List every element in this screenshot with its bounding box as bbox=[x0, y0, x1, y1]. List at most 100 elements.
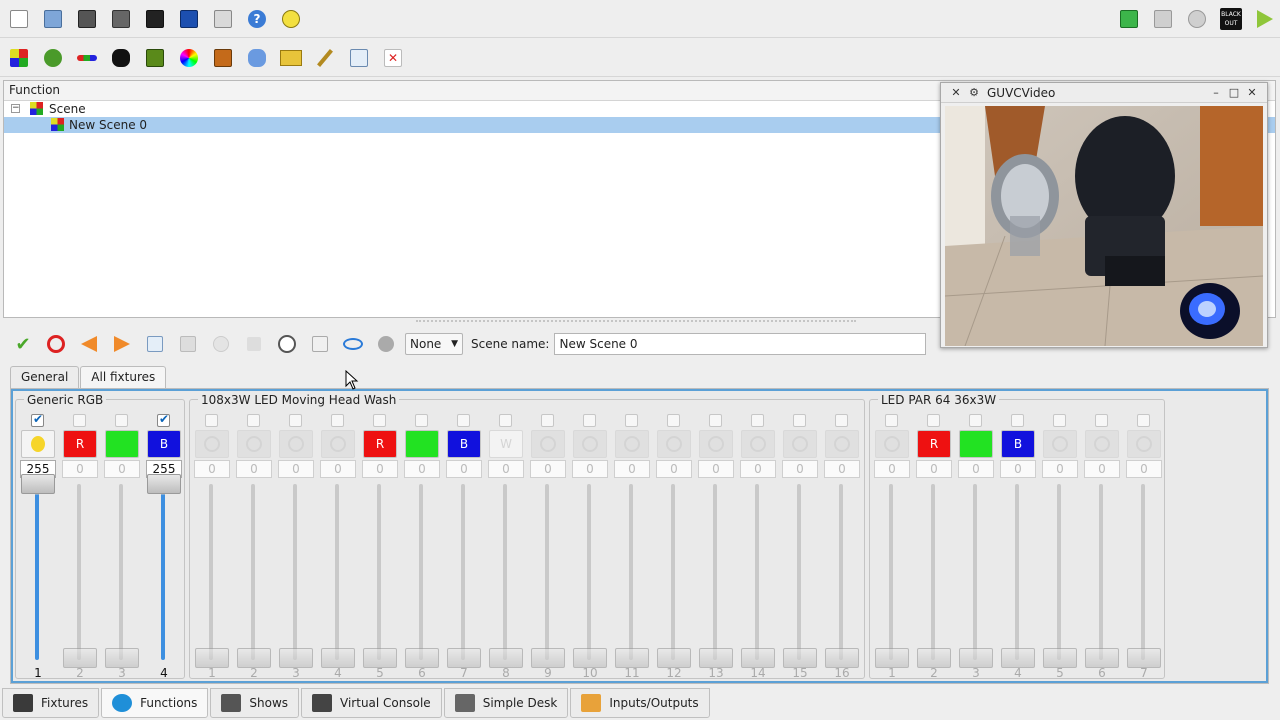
tab-functions[interactable]: Functions bbox=[101, 688, 209, 718]
tab-general[interactable]: General bbox=[10, 366, 80, 388]
blue-channel-icon[interactable]: B bbox=[447, 430, 481, 458]
channel-enable-checkbox[interactable] bbox=[373, 414, 386, 427]
close-icon[interactable]: ✕ bbox=[1245, 86, 1259, 100]
stop-all-icon[interactable] bbox=[1182, 4, 1212, 34]
channel-slider-handle[interactable] bbox=[1085, 648, 1119, 668]
channel-value-field[interactable]: 0 bbox=[530, 460, 566, 478]
collapse-icon[interactable]: − bbox=[11, 104, 20, 113]
tab-fixtures[interactable]: Fixtures bbox=[2, 688, 100, 718]
channel-slider-handle[interactable] bbox=[531, 648, 565, 668]
channel-slider-track[interactable] bbox=[713, 484, 717, 660]
maintenance-icon[interactable] bbox=[699, 430, 733, 458]
channel-slider-handle[interactable] bbox=[783, 648, 817, 668]
gobo-icon[interactable] bbox=[825, 430, 859, 458]
channel-slider-handle[interactable] bbox=[615, 648, 649, 668]
video-window[interactable]: ✕ ⚙ GUVCVideo – □ ✕ bbox=[940, 82, 1268, 348]
channel-value-field[interactable]: 0 bbox=[236, 460, 272, 478]
cancel-icon[interactable] bbox=[41, 329, 71, 359]
bulb-channel-icon[interactable] bbox=[21, 430, 55, 458]
tab-shows[interactable]: Shows bbox=[210, 688, 300, 718]
new-rgb-matrix-icon[interactable] bbox=[174, 43, 204, 73]
channel-slider-track[interactable] bbox=[251, 484, 255, 660]
blue-channel-icon[interactable]: B bbox=[147, 430, 181, 458]
channel-enable-checkbox[interactable] bbox=[415, 414, 428, 427]
blackout-icon[interactable]: BLACK OUT bbox=[1216, 4, 1246, 34]
gobo-icon[interactable] bbox=[1043, 430, 1077, 458]
channel-slider-handle[interactable] bbox=[63, 648, 97, 668]
copy-icon[interactable] bbox=[140, 329, 170, 359]
channel-value-field[interactable]: 0 bbox=[782, 460, 818, 478]
channel-value-field[interactable]: 0 bbox=[824, 460, 860, 478]
new-collection-icon[interactable] bbox=[140, 43, 170, 73]
dmx-dump-icon[interactable] bbox=[1148, 4, 1178, 34]
channel-slider-track[interactable] bbox=[889, 484, 893, 660]
new-efx-icon[interactable] bbox=[106, 43, 136, 73]
speed-dial-icon[interactable] bbox=[272, 329, 302, 359]
help-icon[interactable]: ? bbox=[242, 4, 272, 34]
channel-enable-checkbox[interactable] bbox=[289, 414, 302, 427]
channel-enable-checkbox[interactable] bbox=[969, 414, 982, 427]
channel-enable-checkbox[interactable] bbox=[73, 414, 86, 427]
minimize-icon[interactable]: – bbox=[1209, 86, 1223, 100]
channel-enable-checkbox[interactable] bbox=[625, 414, 638, 427]
video-window-titlebar[interactable]: ✕ ⚙ GUVCVideo – □ ✕ bbox=[941, 83, 1267, 103]
channel-slider-handle[interactable] bbox=[573, 648, 607, 668]
channel-slider-handle[interactable] bbox=[363, 648, 397, 668]
next-fixture-icon[interactable] bbox=[107, 329, 137, 359]
splitter-handle[interactable] bbox=[416, 320, 856, 324]
channel-slider-track[interactable] bbox=[797, 484, 801, 660]
apply-icon[interactable]: ✔ bbox=[8, 329, 38, 359]
channel-enable-checkbox[interactable] bbox=[927, 414, 940, 427]
red-channel-icon[interactable]: R bbox=[363, 430, 397, 458]
channel-slider-track[interactable] bbox=[77, 484, 81, 660]
channel-slider-track[interactable] bbox=[209, 484, 213, 660]
channel-enable-checkbox[interactable] bbox=[247, 414, 260, 427]
channel-slider-track[interactable] bbox=[1099, 484, 1103, 660]
channel-enable-checkbox[interactable] bbox=[835, 414, 848, 427]
channel-value-field[interactable]: 0 bbox=[446, 460, 482, 478]
green-channel-icon[interactable] bbox=[959, 430, 993, 458]
operate-mode-icon[interactable] bbox=[1250, 4, 1280, 34]
channel-value-field[interactable]: 0 bbox=[874, 460, 910, 478]
channel-slider-track[interactable] bbox=[1141, 484, 1145, 660]
channel-value-field[interactable]: 0 bbox=[320, 460, 356, 478]
live-edit-icon[interactable] bbox=[1114, 4, 1144, 34]
channel-value-field[interactable]: 0 bbox=[1000, 460, 1036, 478]
channel-value-field[interactable]: 0 bbox=[1126, 460, 1162, 478]
channel-slider-handle[interactable] bbox=[447, 648, 481, 668]
tilt-icon[interactable] bbox=[237, 430, 271, 458]
tab-simple-desk[interactable]: Simple Desk bbox=[443, 688, 569, 718]
save-as-icon[interactable] bbox=[106, 4, 136, 34]
channel-slider-handle[interactable] bbox=[1127, 648, 1161, 668]
channel-slider-handle[interactable] bbox=[195, 648, 229, 668]
channel-slider-handle[interactable] bbox=[237, 648, 271, 668]
channel-value-field[interactable]: 0 bbox=[958, 460, 994, 478]
channel-enable-checkbox[interactable] bbox=[31, 412, 44, 427]
tools-icon[interactable]: ✕ bbox=[949, 86, 963, 100]
tab-virtual-console[interactable]: Virtual Console bbox=[301, 688, 442, 718]
channel-slider-track[interactable] bbox=[671, 484, 675, 660]
mode-select[interactable]: None ▼ bbox=[405, 333, 463, 355]
channel-slider-track[interactable] bbox=[461, 484, 465, 660]
channel-slider-track[interactable] bbox=[839, 484, 843, 660]
channel-slider-track[interactable] bbox=[755, 484, 759, 660]
channel-slider-handle[interactable] bbox=[917, 648, 951, 668]
channel-slider-handle[interactable] bbox=[1043, 648, 1077, 668]
record-icon[interactable] bbox=[371, 329, 401, 359]
channel-slider-handle[interactable] bbox=[741, 648, 775, 668]
channel-slider-handle[interactable] bbox=[959, 648, 993, 668]
new-show-icon[interactable] bbox=[208, 43, 238, 73]
pan-icon[interactable] bbox=[615, 430, 649, 458]
channel-slider-handle[interactable] bbox=[489, 648, 523, 668]
channel-value-field[interactable]: 0 bbox=[1084, 460, 1120, 478]
channel-slider-handle[interactable] bbox=[105, 648, 139, 668]
channel-slider-track[interactable] bbox=[419, 484, 423, 660]
channel-value-field[interactable]: 0 bbox=[614, 460, 650, 478]
channel-slider-track[interactable] bbox=[973, 484, 977, 660]
channel-slider-track[interactable] bbox=[119, 484, 123, 660]
channel-enable-checkbox[interactable] bbox=[793, 414, 806, 427]
channel-value-field[interactable]: 0 bbox=[572, 460, 608, 478]
gear-icon[interactable]: ⚙ bbox=[967, 86, 981, 100]
address-tool-icon[interactable] bbox=[174, 4, 204, 34]
red-channel-icon[interactable]: R bbox=[917, 430, 951, 458]
